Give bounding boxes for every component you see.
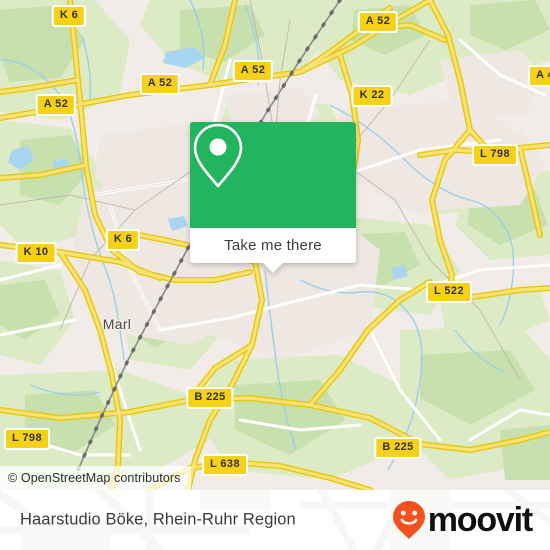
- road-shield-a52-left: A 52: [35, 94, 77, 116]
- road-shield-a52-top-right: A 52: [357, 11, 399, 33]
- moovit-brand-logo[interactable]: moovit: [392, 500, 533, 540]
- road-shield-k6-mid: K 6: [105, 229, 141, 251]
- road-shield-a4-edge: A 4: [528, 65, 550, 87]
- road-shield-l798-right: L 798: [472, 144, 518, 166]
- road-shield-k10: K 10: [15, 242, 57, 264]
- road-shield-l522: L 522: [426, 281, 472, 303]
- road-shield-a52-mid: A 52: [232, 60, 274, 82]
- take-me-there-label: Take me there: [224, 237, 322, 254]
- moovit-wordmark: moovit: [427, 501, 533, 539]
- popup-action-bar[interactable]: Take me there: [190, 228, 356, 263]
- moovit-pin-smile-icon: [392, 501, 425, 539]
- osm-attribution[interactable]: © OpenStreetMap contributors: [0, 466, 191, 490]
- map-canvas[interactable]: Marl K 6 A 52 A 52 A 52 A 52 K 22 A 4 L …: [0, 0, 550, 490]
- map-screenshot: Marl K 6 A 52 A 52 A 52 A 52 K 22 A 4 L …: [0, 0, 550, 550]
- osm-attribution-text: © OpenStreetMap contributors: [8, 471, 181, 485]
- road-shield-a52-upper-mid: A 52: [139, 73, 181, 95]
- road-shield-l638: L 638: [202, 454, 248, 476]
- location-popup-card[interactable]: Take me there: [190, 122, 356, 273]
- map-pin-icon: [193, 123, 243, 188]
- road-shield-k6-north: K 6: [51, 5, 87, 27]
- road-shield-k22: K 22: [351, 85, 393, 107]
- road-shield-b225-right: B 225: [374, 437, 422, 459]
- footer-bar: Haarstudio Böke, Rhein-Ruhr Region moovi…: [0, 490, 550, 550]
- road-shield-b225-left: B 225: [186, 387, 234, 409]
- place-label-marl: Marl: [102, 316, 132, 332]
- location-title: Haarstudio Böke, Rhein-Ruhr Region: [20, 510, 296, 529]
- popup-header: [190, 122, 356, 228]
- road-shield-l798-left: L 798: [4, 428, 50, 450]
- popup-pointer: [263, 263, 283, 273]
